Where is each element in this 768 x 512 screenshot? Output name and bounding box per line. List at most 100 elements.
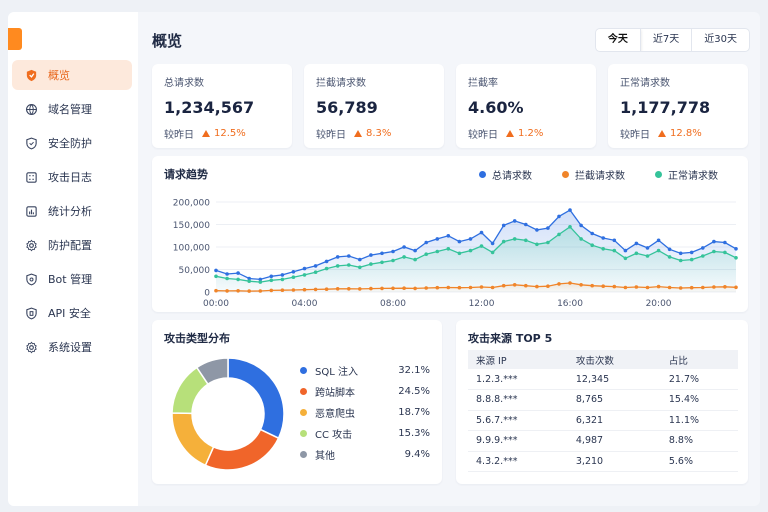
sidebar-item-analytics[interactable]: 统计分析 [12, 196, 132, 226]
data-point [490, 285, 495, 290]
pie-legend-item[interactable]: 恶意爬虫 18.7% [300, 402, 430, 423]
x-tick-label: 04:00 [292, 299, 318, 309]
app-window: 概览 域名管理 安全防护 攻击日志 统计分析 防护配置 Bot 管理 API 安… [8, 12, 760, 506]
data-point [712, 239, 716, 244]
legend-dot [300, 430, 307, 437]
brand-logo [8, 28, 22, 50]
sidebar-item-protection-config[interactable]: 防护配置 [12, 230, 132, 260]
legend-label: 正常请求数 [668, 171, 718, 182]
data-point [667, 255, 672, 259]
pie-legend-item[interactable]: 其他 9.4% [300, 444, 430, 465]
column-header-ip[interactable]: 来源 IP [468, 350, 568, 369]
data-point [645, 246, 650, 250]
data-point [413, 257, 417, 262]
cell-count: 4,987 [567, 430, 661, 452]
sidebar-item-system-settings[interactable]: 系统设置 [12, 332, 132, 362]
pie-legend-item[interactable]: 跨站脚本 24.5% [300, 381, 430, 402]
data-point [524, 283, 528, 288]
request-trend-card: 请求趋势 总请求数 拦截请求数 正常请求数 0 50,000 100,000 150,… [152, 156, 748, 312]
data-point [446, 285, 451, 290]
trend-up-icon [202, 130, 210, 137]
sidebar-item-bot[interactable]: Bot 管理 [12, 264, 132, 294]
main-content: 概览 今天 近7天 近30天 总请求数 1,234,567 较昨日 12.5% … [150, 12, 754, 506]
sidebar-item-domains[interactable]: 域名管理 [12, 94, 132, 124]
column-header-ratio[interactable]: 占比 [660, 350, 738, 369]
sidebar-item-label: 域名管理 [48, 103, 92, 116]
sidebar-item-overview[interactable]: 概览 [12, 60, 132, 90]
pie-slice[interactable] [227, 357, 285, 440]
data-point [358, 265, 362, 270]
legend-dot [300, 451, 307, 458]
data-point [501, 283, 506, 288]
data-point [557, 214, 561, 219]
range-7days-button[interactable]: 近7天 [641, 29, 693, 51]
stat-label: 拦截请求数 [316, 78, 366, 89]
stat-value: 1,234,567 [164, 98, 255, 117]
trend-up-icon [354, 130, 362, 137]
pie-slice[interactable] [171, 412, 215, 467]
settings-icon [24, 340, 38, 354]
data-point [656, 238, 661, 243]
data-point [601, 236, 605, 240]
top-title: 攻击来源 TOP 5 [468, 332, 553, 345]
compare-label: 较昨日 [164, 130, 194, 141]
data-point [634, 251, 639, 256]
legend-label: 其他 [315, 451, 335, 462]
sidebar-item-attack-logs[interactable]: 攻击日志 [12, 162, 132, 192]
data-point [424, 286, 429, 290]
table-row[interactable]: 5.6.7.*** 6,321 11.1% [468, 410, 738, 431]
data-point [689, 257, 694, 262]
sidebar-item-security[interactable]: 安全防护 [12, 128, 132, 158]
compare-label: 较昨日 [468, 130, 498, 141]
data-point [391, 258, 395, 263]
data-point [568, 281, 572, 285]
legend-item-normal[interactable]: 正常请求数 [655, 167, 718, 182]
data-point [734, 247, 738, 251]
pie-legend-item[interactable]: SQL 注入 32.1% [300, 360, 430, 381]
table-row[interactable]: 4.3.2.*** 3,210 5.6% [468, 451, 738, 472]
sidebar-item-label: API 安全 [48, 307, 91, 320]
change-percent: 12.5% [214, 128, 246, 139]
data-point [656, 284, 661, 289]
legend-value: 9.4% [404, 449, 430, 460]
data-point [546, 226, 550, 230]
data-point [590, 231, 594, 236]
data-point [369, 262, 373, 266]
change-percent: 1.2% [518, 128, 544, 139]
table-row[interactable]: 1.2.3.*** 12,345 21.7% [468, 369, 738, 390]
data-point [413, 286, 417, 291]
data-point [701, 254, 705, 258]
stat-label: 总请求数 [164, 78, 204, 89]
legend-item-total[interactable]: 总请求数 [479, 167, 532, 182]
shield-brand-icon [24, 68, 38, 82]
data-point [568, 225, 572, 229]
data-point [723, 250, 727, 255]
attack-type-card: 攻击类型分布 SQL 注入 32.1% 跨站脚本 24.5% 恶意爬虫 18.7% CC 攻… [152, 320, 442, 484]
range-today-button[interactable]: 今天 [595, 29, 641, 51]
pie-slice[interactable] [204, 428, 280, 471]
sidebar-item-api-security[interactable]: API 安全 [12, 298, 132, 328]
legend-item-blocked[interactable]: 拦截请求数 [562, 167, 625, 182]
column-header-count[interactable]: 攻击次数 [567, 350, 661, 369]
legend-dot [479, 171, 486, 178]
sidebar-item-label: 统计分析 [48, 205, 92, 218]
legend-value: 24.5% [398, 386, 430, 397]
x-tick-label: 20:00 [646, 299, 672, 309]
data-point [302, 287, 307, 292]
table-row[interactable]: 8.8.8.*** 8,765 15.4% [468, 389, 738, 411]
data-point [214, 288, 218, 293]
data-point [479, 230, 484, 235]
data-point [236, 271, 240, 275]
data-point [380, 260, 384, 265]
pie-legend: SQL 注入 32.1% 跨站脚本 24.5% 恶意爬虫 18.7% CC 攻击 15.3% 其… [300, 360, 430, 465]
globe-icon [24, 102, 38, 116]
pie-legend-item[interactable]: CC 攻击 15.3% [300, 423, 430, 444]
compare-label: 较昨日 [620, 130, 650, 141]
cell-ip: 8.8.8.*** [468, 389, 568, 411]
stat-label: 正常请求数 [620, 78, 670, 89]
data-point [479, 285, 484, 289]
data-point [512, 283, 517, 287]
stat-card-blocked-requests: 拦截请求数 56,789 较昨日 8.3% [304, 64, 444, 148]
range-30days-button[interactable]: 近30天 [692, 29, 749, 51]
table-row[interactable]: 9.9.9.*** 4,987 8.8% [468, 430, 738, 452]
